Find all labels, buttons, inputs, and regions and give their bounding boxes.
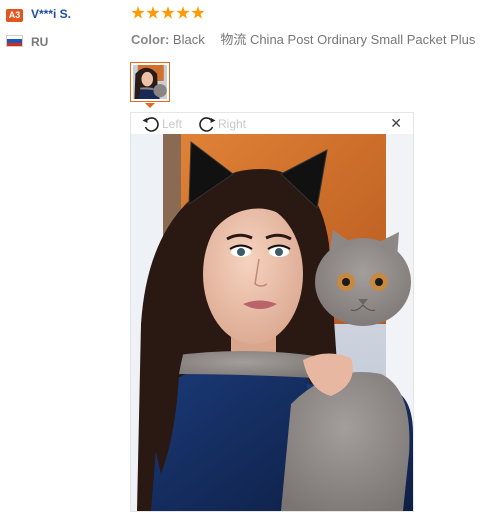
photo-viewer: Left Right ✕ — [130, 112, 414, 512]
buyer-level-badge: A3 — [6, 9, 23, 22]
star-icon — [176, 6, 190, 19]
reviewer-name[interactable]: V***i S. — [31, 7, 71, 21]
rotate-left-icon — [142, 116, 159, 132]
review-photo — [131, 134, 413, 511]
rotate-right-button[interactable]: Right — [197, 114, 246, 133]
star-rating — [131, 6, 205, 20]
rotate-left-label: Left — [162, 116, 183, 131]
purchase-attributes: Color: Black 物流 China Post Ordinary Smal… — [131, 29, 475, 48]
photo-viewer-toolbar: Left Right ✕ — [131, 113, 413, 134]
reviewer-country: RU — [31, 35, 49, 49]
thumbnail-image — [133, 65, 167, 99]
review-photo-thumbnail[interactable] — [130, 62, 170, 102]
star-icon — [146, 6, 160, 19]
color-label: Color: — [131, 32, 170, 47]
color-value: Black — [172, 32, 205, 47]
rotate-left-button[interactable]: Left — [141, 114, 182, 133]
rotate-right-label: Right — [218, 116, 247, 131]
close-viewer-button[interactable]: ✕ — [390, 115, 402, 132]
star-icon — [191, 6, 205, 19]
star-icon — [161, 6, 175, 19]
russia-flag-icon — [6, 35, 23, 47]
thumbnail-pointer — [145, 103, 155, 108]
rotate-right-icon — [199, 116, 216, 132]
star-icon — [131, 6, 145, 19]
shipping-method: 物流 China Post Ordinary Small Packet Plus — [220, 32, 476, 47]
woman-with-cat-photo — [131, 134, 413, 511]
